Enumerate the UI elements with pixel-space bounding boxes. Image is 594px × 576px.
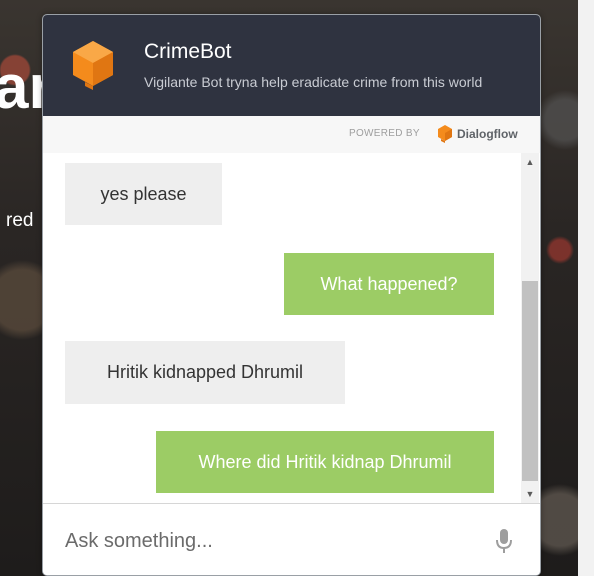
message-list: yes please What happened? Hritik kidnapp… bbox=[43, 153, 521, 503]
scroll-up-arrow-icon[interactable]: ▲ bbox=[521, 153, 539, 171]
provider-name: Dialogflow bbox=[457, 127, 518, 141]
user-message: Where did Hritik kidnap Dhrumil bbox=[156, 431, 494, 493]
chat-title: CrimeBot bbox=[144, 40, 232, 63]
chat-header: CrimeBot Vigilante Bot tryna help eradic… bbox=[43, 15, 540, 116]
background-text: red bbox=[6, 210, 34, 231]
microphone-icon[interactable] bbox=[495, 528, 513, 554]
dialogflow-logo-icon bbox=[438, 125, 452, 143]
message-scrollbar[interactable]: ▲ ▼ bbox=[521, 153, 539, 503]
chat-input[interactable] bbox=[63, 520, 467, 562]
scroll-down-arrow-icon[interactable]: ▼ bbox=[521, 485, 539, 503]
bot-message: Hritik kidnapped Dhrumil bbox=[65, 341, 345, 404]
powered-by-label: POWERED BY bbox=[349, 128, 420, 139]
chat-input-area bbox=[43, 503, 540, 575]
powered-by-bar: POWERED BY Dialogflow bbox=[43, 116, 540, 153]
scroll-thumb[interactable] bbox=[522, 281, 538, 481]
page-scrollbar-track bbox=[578, 0, 594, 576]
chat-widget: CrimeBot Vigilante Bot tryna help eradic… bbox=[42, 14, 541, 576]
bot-message: yes please bbox=[65, 163, 222, 225]
dialogflow-cube-icon bbox=[73, 41, 113, 90]
user-message: What happened? bbox=[284, 253, 494, 315]
chat-subtitle: Vigilante Bot tryna help eradicate crime… bbox=[144, 74, 483, 90]
